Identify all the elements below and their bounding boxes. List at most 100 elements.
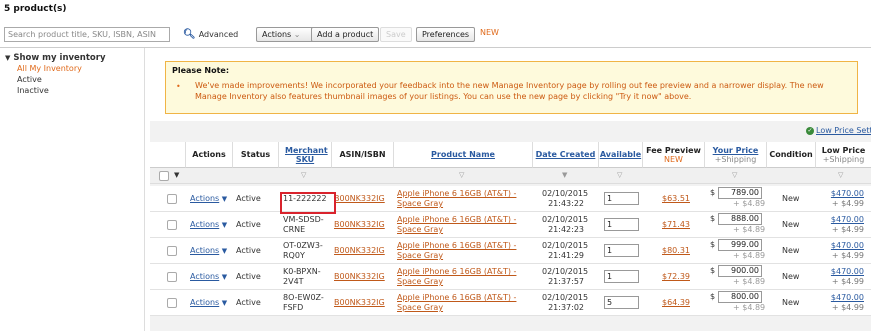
advanced-search-button[interactable]: 🔍︎ Advanced [183, 27, 238, 42]
available-input[interactable]: 1 [604, 218, 639, 231]
row-low-price-link[interactable]: $470.00 [831, 267, 864, 276]
sidebar-title[interactable]: ▼ Show my inventory [5, 53, 106, 63]
low-price-settings-link[interactable]: ✓Low Price Settings [806, 126, 871, 135]
row-price-shipping: + $4.89 [733, 277, 766, 286]
row-fee-preview[interactable]: $64.39 [662, 298, 690, 308]
row-date: 02/10/2015 [542, 215, 589, 224]
row-product-link[interactable]: Apple iPhone 6 16GB (AT&T) - Space Gray [397, 293, 516, 313]
price-input[interactable]: 800.00 [718, 291, 762, 303]
row-low-price: $470.00 + $4.99 [820, 215, 864, 235]
row-asin: B00NK332IG [334, 220, 385, 229]
funnel-icon[interactable]: ▽ [301, 171, 306, 179]
row-product-link[interactable]: Apple iPhone 6 16GB (AT&T) - Space Gray [397, 241, 516, 261]
row-low-price-link[interactable]: $470.00 [831, 189, 864, 198]
col-header-your-price-label: Your Price [712, 145, 759, 155]
row-fee: $71.43 [662, 220, 690, 229]
funnel-icon[interactable]: ▽ [617, 171, 622, 179]
row-actions-menu[interactable]: Actions ▼ [190, 272, 227, 282]
row-asin-link[interactable]: B00NK332IG [334, 272, 385, 282]
row-product-link[interactable]: Apple iPhone 6 16GB (AT&T) - Space Gray [397, 267, 516, 287]
notice-title: Please Note: [172, 66, 230, 75]
row-fee-preview[interactable]: $71.43 [662, 220, 690, 230]
row-asin-link[interactable]: B00NK332IG [334, 220, 385, 230]
table-row: Actions ▼ Active VM-SDSD- CRNE B00NK332IG App… [150, 212, 871, 238]
actions-dropdown[interactable]: Actions ⌄ [256, 27, 314, 42]
sidebar-item-all-inventory[interactable]: All My Inventory [17, 64, 82, 73]
select-menu-triangle-icon[interactable]: ▼ [174, 171, 179, 179]
triangle-down-icon: ▼ [221, 221, 228, 229]
price-input[interactable]: 789.00 [718, 187, 762, 199]
col-header-asin: ASIN/ISBN [332, 142, 394, 168]
col-header-fee-preview: Fee Preview NEW [643, 142, 705, 168]
price-input[interactable]: 900.00 [718, 265, 762, 277]
col-header-merchant-sku-label: Merchant SKU [285, 145, 328, 164]
row-actions-menu[interactable]: Actions ▼ [190, 298, 227, 308]
col-header-available[interactable]: Available [599, 142, 643, 168]
row-status: Active [236, 246, 261, 255]
add-product-button[interactable]: Add a product [311, 27, 380, 42]
price-input[interactable]: 888.00 [718, 213, 762, 225]
funnel-icon[interactable]: ▽ [459, 171, 464, 179]
row-checkbox[interactable] [167, 272, 177, 282]
row-sku-line1: VM-SDSD- [283, 215, 324, 224]
select-all-checkbox[interactable] [159, 171, 169, 181]
row-asin: B00NK332IG [334, 194, 385, 203]
row-currency: $ [710, 292, 716, 301]
row-time: 21:43:22 [548, 199, 584, 208]
search-input[interactable]: Search product title, SKU, ISBN, ASIN [4, 27, 170, 42]
row-actions-menu[interactable]: Actions ▼ [190, 194, 227, 204]
row-checkbox[interactable] [167, 220, 177, 230]
col-header-merchant-sku[interactable]: Merchant SKU [279, 142, 332, 168]
row-low-price-shipping: + $4.99 [831, 199, 864, 208]
row-product-name-line1: Apple iPhone 6 16GB (AT&T) - [397, 293, 517, 302]
row-low-price-link[interactable]: $470.00 [831, 241, 864, 250]
row-product-link[interactable]: Apple iPhone 6 16GB (AT&T) - Space Gray [397, 215, 516, 235]
row-date-created: 02/10/2015 21:37:02 [542, 293, 588, 313]
col-header-date-created[interactable]: Date Created [533, 142, 599, 168]
row-sku-line1: K0-BPXN- [283, 267, 321, 276]
highlight-box [280, 192, 336, 214]
row-asin-link[interactable]: B00NK332IG [334, 246, 385, 256]
col-header-product-name[interactable]: Product Name [394, 142, 533, 168]
row-fee: $72.39 [662, 272, 690, 281]
row-status: Active [236, 220, 261, 229]
save-button[interactable]: Save [380, 27, 412, 42]
row-low-price: $470.00 + $4.99 [820, 241, 864, 261]
row-product-link[interactable]: Apple iPhone 6 16GB (AT&T) - Space Gray [397, 189, 516, 209]
row-actions-menu[interactable]: Actions ▼ [190, 246, 227, 256]
row-checkbox[interactable] [167, 246, 177, 256]
col-header-condition: Condition [767, 142, 816, 168]
available-input[interactable]: 1 [604, 244, 639, 257]
funnel-icon[interactable]: ▼ [562, 171, 567, 179]
row-fee-preview[interactable]: $80.31 [662, 246, 690, 256]
preferences-button[interactable]: Preferences [416, 27, 476, 42]
col-header-your-price[interactable]: Your Price +Shipping [705, 142, 767, 168]
row-product-name-line2: Space Gray [397, 251, 444, 260]
row-asin-link[interactable]: B00NK332IG [334, 194, 385, 204]
row-actions-menu[interactable]: Actions ▼ [190, 220, 227, 230]
row-checkbox[interactable] [167, 298, 177, 308]
sidebar-item-active[interactable]: Active [17, 75, 42, 84]
row-checkbox[interactable] [167, 194, 177, 204]
row-asin: B00NK332IG [334, 298, 385, 307]
price-input[interactable]: 999.00 [718, 239, 762, 251]
available-input[interactable]: 5 [604, 296, 639, 309]
row-low-price-link[interactable]: $470.00 [831, 215, 864, 224]
sidebar-item-inactive[interactable]: Inactive [17, 86, 49, 95]
row-low-price: $470.00 + $4.99 [820, 267, 864, 287]
row-date-created: 02/10/2015 21:43:22 [542, 189, 588, 209]
triangle-down-icon: ▼ [5, 54, 11, 62]
row-sku-line2: FSFD [283, 303, 304, 312]
row-low-price: $470.00 + $4.99 [820, 293, 864, 313]
row-fee-preview[interactable]: $72.39 [662, 272, 690, 282]
available-input[interactable]: 1 [604, 270, 639, 283]
available-input[interactable]: 1 [604, 192, 639, 205]
check-circle-icon: ✓ [806, 126, 814, 135]
row-asin-link[interactable]: B00NK332IG [334, 298, 385, 308]
row-fee-preview[interactable]: $63.51 [662, 194, 690, 204]
row-actions-label: Actions [190, 194, 220, 203]
funnel-icon[interactable]: ▽ [732, 171, 737, 179]
row-fee: $80.31 [662, 246, 690, 255]
funnel-icon[interactable]: ▽ [838, 171, 843, 179]
row-low-price-link[interactable]: $470.00 [831, 293, 864, 302]
